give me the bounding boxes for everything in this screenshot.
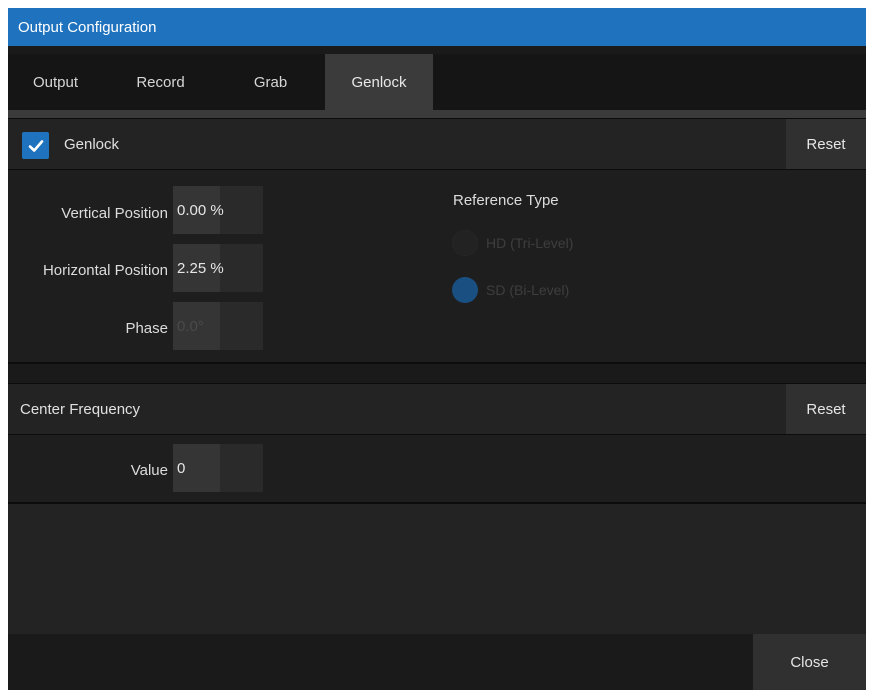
radio-hd-tri-level[interactable]: HD (Tri-Level)	[452, 228, 573, 258]
vertical-position-label: Vertical Position	[61, 204, 168, 222]
horizontal-position-label: Horizontal Position	[42, 261, 168, 279]
radio-circle-selected-icon	[452, 277, 478, 303]
radio-hd-label: HD (Tri-Level)	[486, 235, 574, 251]
title-bar: Output Configuration	[8, 8, 866, 46]
center-frequency-reset-button[interactable]: Reset	[786, 384, 866, 434]
radio-sd-label: SD (Bi-Level)	[486, 282, 570, 298]
reference-type-title: Reference Type	[453, 192, 559, 209]
genlock-header: Genlock Reset	[8, 118, 866, 170]
close-button[interactable]: Close	[753, 634, 866, 690]
checkmark-icon	[28, 139, 43, 152]
radio-sd-bi-level[interactable]: SD (Bi-Level)	[452, 275, 569, 305]
tab-bar: Output Record Grab Genlock	[8, 54, 866, 110]
genlock-label: Genlock	[64, 135, 120, 153]
window-title: Output Configuration	[18, 18, 157, 36]
value-label: Value	[130, 461, 168, 479]
phase-input[interactable]: 0.0°	[173, 302, 263, 350]
tab-underline	[8, 110, 866, 118]
output-configuration-window: Output Configuration Output Record Grab …	[8, 8, 866, 690]
center-frequency-panel: Value 0	[8, 435, 866, 504]
tab-record[interactable]: Record	[103, 54, 218, 110]
center-frequency-header: Center Frequency Reset	[8, 383, 866, 435]
tab-output[interactable]: Output	[8, 54, 103, 110]
genlock-checkbox[interactable]	[22, 132, 49, 159]
tab-genlock[interactable]: Genlock	[325, 54, 433, 110]
genlock-reset-button[interactable]: Reset	[786, 119, 866, 169]
genlock-settings-panel: Vertical Position 0.00 % Horizontal Posi…	[8, 170, 866, 364]
empty-area	[8, 504, 866, 634]
footer: Close	[8, 634, 866, 690]
horizontal-position-input[interactable]: 2.25 %	[173, 244, 263, 292]
phase-label: Phase	[125, 319, 168, 337]
radio-circle-icon	[452, 230, 478, 256]
center-frequency-label: Center Frequency	[20, 400, 141, 418]
center-frequency-value-input[interactable]: 0	[173, 444, 263, 492]
tab-grab[interactable]: Grab	[218, 54, 323, 110]
vertical-position-input[interactable]: 0.00 %	[173, 186, 263, 234]
